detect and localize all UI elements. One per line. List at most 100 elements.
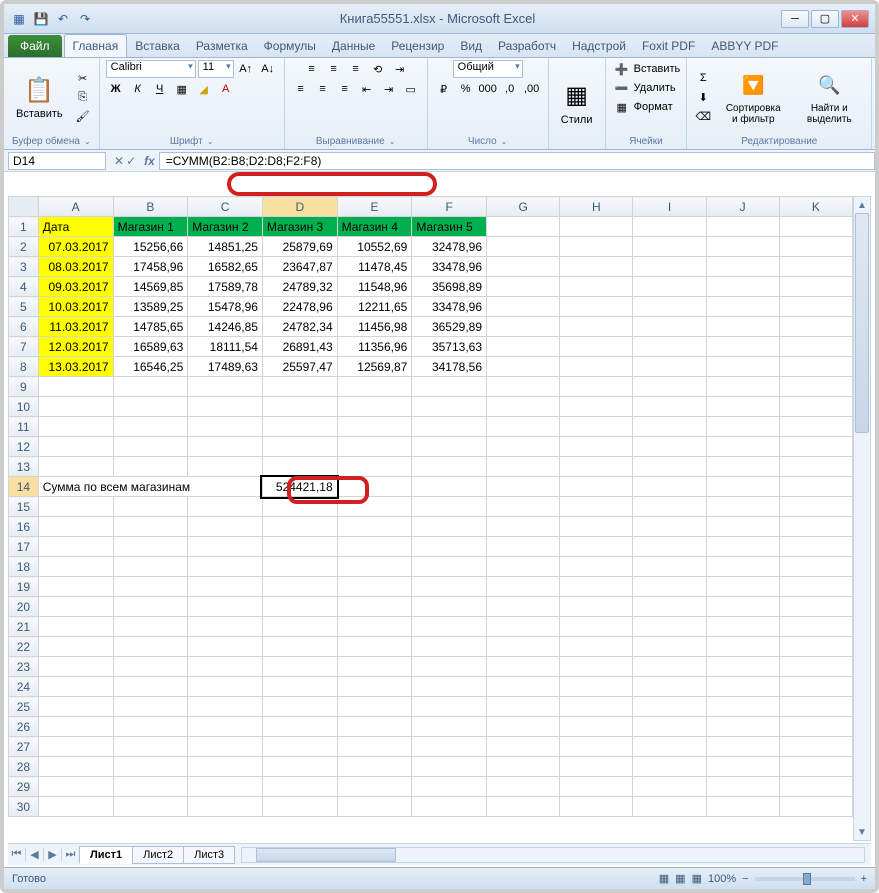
col-I[interactable]: I — [633, 197, 706, 217]
align-middle-icon[interactable]: ≡ — [324, 60, 344, 78]
indent-dec-icon[interactable]: ⇤ — [357, 80, 377, 98]
col-E[interactable]: E — [337, 197, 412, 217]
cell[interactable]: 10.03.2017 — [38, 297, 113, 317]
cell[interactable]: 16546,25 — [113, 357, 188, 377]
cell[interactable]: 16589,63 — [113, 337, 188, 357]
cell[interactable]: 33478,96 — [412, 257, 487, 277]
fill-icon[interactable]: ⬇ — [693, 88, 713, 106]
cell[interactable]: 13589,25 — [113, 297, 188, 317]
font-color-icon[interactable]: A — [216, 80, 236, 98]
cell[interactable]: 25597,47 — [262, 357, 337, 377]
maximize-button[interactable]: ▢ — [811, 10, 839, 28]
align-right-icon[interactable]: ≡ — [335, 80, 355, 98]
col-J[interactable]: J — [706, 197, 779, 217]
tab-insert[interactable]: Вставка — [127, 35, 188, 57]
cell[interactable]: 11456,98 — [337, 317, 412, 337]
col-F[interactable]: F — [412, 197, 487, 217]
cell[interactable]: Магазин 1 — [113, 217, 188, 237]
tab-home[interactable]: Главная — [64, 34, 128, 57]
cell[interactable]: 11548,96 — [337, 277, 412, 297]
file-tab[interactable]: Файл — [8, 35, 62, 57]
cell[interactable]: 17589,78 — [188, 277, 263, 297]
col-D[interactable]: D — [262, 197, 337, 217]
sort-filter-button[interactable]: 🔽 Сортировка и фильтр — [717, 67, 789, 127]
cell[interactable]: 32478,96 — [412, 237, 487, 257]
last-sheet-icon[interactable]: ⏭ — [62, 848, 80, 861]
bold-icon[interactable]: Ж — [106, 80, 126, 98]
cell[interactable]: 17489,63 — [188, 357, 263, 377]
cell[interactable]: 34178,56 — [412, 357, 487, 377]
zoom-knob[interactable] — [803, 873, 811, 885]
tab-review[interactable]: Рецензир — [383, 35, 452, 57]
col-H[interactable]: H — [560, 197, 633, 217]
cell[interactable]: 23647,87 — [262, 257, 337, 277]
paste-button[interactable]: 📋 Вставить — [10, 72, 69, 122]
col-G[interactable]: G — [487, 197, 560, 217]
cell[interactable]: 11478,45 — [337, 257, 412, 277]
scroll-up-icon[interactable]: ▲ — [854, 197, 870, 213]
cell[interactable]: 13.03.2017 — [38, 357, 113, 377]
number-format-combo[interactable]: Общий — [453, 60, 523, 78]
cell[interactable]: 36529,89 — [412, 317, 487, 337]
view-layout-icon[interactable]: ▦ — [675, 872, 685, 885]
cell[interactable]: 11356,96 — [337, 337, 412, 357]
cell[interactable]: 15256,66 — [113, 237, 188, 257]
wrap-text-icon[interactable]: ⇥ — [390, 60, 410, 78]
cell[interactable]: 12.03.2017 — [38, 337, 113, 357]
tab-view[interactable]: Вид — [452, 35, 490, 57]
col-K[interactable]: K — [779, 197, 852, 217]
dec-decimal-icon[interactable]: ,00 — [522, 80, 542, 98]
indent-inc-icon[interactable]: ⇥ — [379, 80, 399, 98]
col-A[interactable]: A — [38, 197, 113, 217]
prev-sheet-icon[interactable]: ◀ — [26, 848, 44, 861]
sheet-tab-1[interactable]: Лист1 — [79, 846, 133, 864]
formula-input[interactable]: =СУММ(B2:B8;D2:D8;F2:F8) — [159, 152, 875, 170]
cell[interactable]: 14851,25 — [188, 237, 263, 257]
cell[interactable]: 26891,43 — [262, 337, 337, 357]
cell[interactable]: 07.03.2017 — [38, 237, 113, 257]
cell[interactable]: Дата — [38, 217, 113, 237]
italic-icon[interactable]: К — [128, 80, 148, 98]
next-sheet-icon[interactable]: ▶ — [44, 848, 62, 861]
cell[interactable]: 35698,89 — [412, 277, 487, 297]
border-icon[interactable]: ▦ — [172, 80, 192, 98]
autosum-icon[interactable]: Σ — [693, 69, 713, 87]
tab-abbyy[interactable]: ABBYY PDF — [703, 35, 786, 57]
undo-icon[interactable]: ↶ — [54, 10, 72, 28]
align-bottom-icon[interactable]: ≡ — [346, 60, 366, 78]
horizontal-scrollbar[interactable] — [241, 847, 865, 863]
merge-icon[interactable]: ▭ — [401, 80, 421, 98]
copy-icon[interactable]: ⎘ — [73, 88, 93, 106]
tab-formulas[interactable]: Формулы — [256, 35, 324, 57]
col-C[interactable]: C — [188, 197, 263, 217]
cell[interactable]: Магазин 3 — [262, 217, 337, 237]
scroll-thumb[interactable] — [855, 213, 869, 433]
fill-color-icon[interactable]: ◢ — [194, 80, 214, 98]
cell[interactable]: 24782,34 — [262, 317, 337, 337]
tab-developer[interactable]: Разработч — [490, 35, 564, 57]
sheet-tab-3[interactable]: Лист3 — [183, 846, 235, 864]
cell[interactable]: 14569,85 — [113, 277, 188, 297]
select-all-corner[interactable] — [9, 197, 39, 217]
insert-icon[interactable]: ➕ — [612, 60, 632, 78]
cell[interactable]: 09.03.2017 — [38, 277, 113, 297]
enter-formula-icon[interactable]: ✓ — [126, 154, 136, 168]
cell[interactable]: 10552,69 — [337, 237, 412, 257]
align-left-icon[interactable]: ≡ — [291, 80, 311, 98]
delete-icon[interactable]: ➖ — [612, 79, 632, 97]
clear-icon[interactable]: ⌫ — [693, 107, 713, 125]
worksheet-area[interactable]: A B C D E F G H I J K 1 Дата Магазин 1 М… — [8, 196, 853, 841]
find-select-button[interactable]: 🔍 Найти и выделить — [793, 67, 865, 127]
sheet-tab-2[interactable]: Лист2 — [132, 846, 184, 864]
sum-label-cell[interactable]: Сумма по всем магазинам — [38, 477, 262, 497]
cell[interactable]: Магазин 2 — [188, 217, 263, 237]
scroll-down-icon[interactable]: ▼ — [854, 824, 870, 840]
vertical-scrollbar[interactable]: ▲ ▼ — [853, 196, 871, 841]
currency-icon[interactable]: ₽ — [434, 80, 454, 98]
redo-icon[interactable]: ↷ — [76, 10, 94, 28]
inc-decimal-icon[interactable]: ,0 — [500, 80, 520, 98]
cell[interactable]: 35713,63 — [412, 337, 487, 357]
col-B[interactable]: B — [113, 197, 188, 217]
align-center-icon[interactable]: ≡ — [313, 80, 333, 98]
view-break-icon[interactable]: ▦ — [692, 872, 702, 885]
